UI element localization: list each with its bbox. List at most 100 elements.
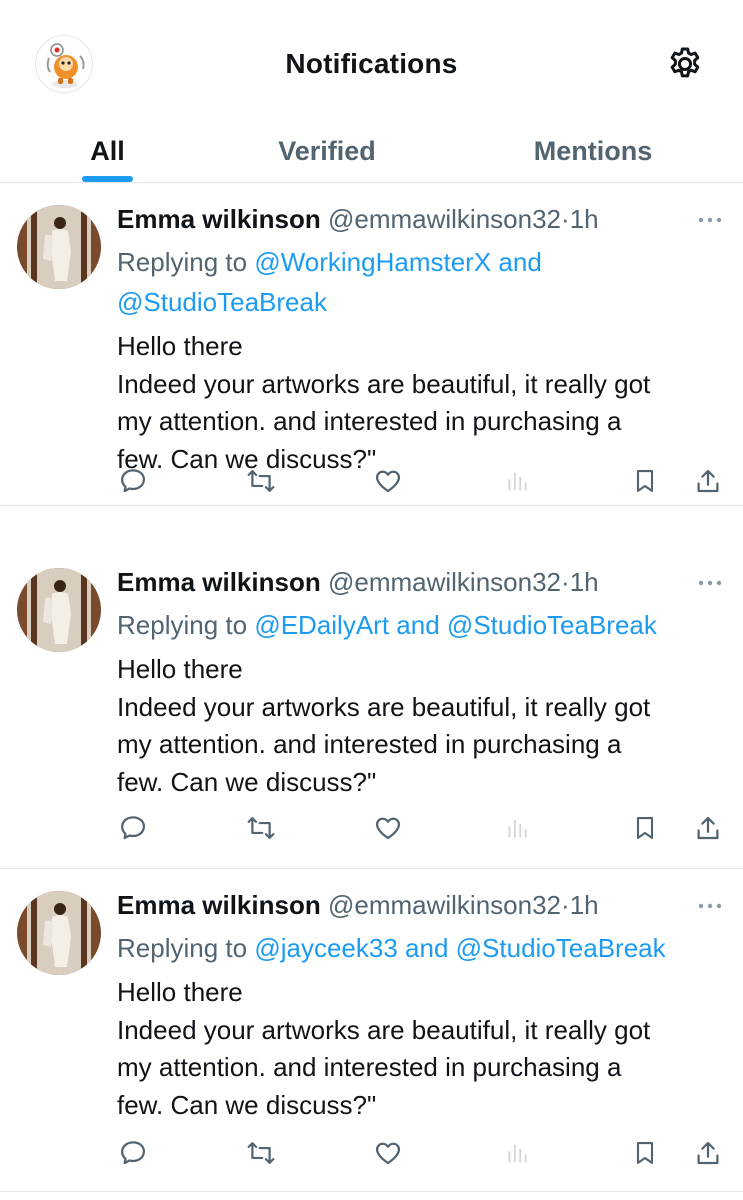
user-avatar[interactable] — [17, 205, 101, 289]
settings-button[interactable] — [663, 42, 707, 86]
author-handle[interactable]: @emmawilkinson32 — [328, 204, 561, 234]
like-icon — [375, 817, 401, 840]
bookmark-button[interactable] — [625, 808, 665, 848]
views-icon — [508, 1144, 527, 1163]
retweet-icon — [247, 470, 275, 492]
tweet-item[interactable]: Emma wilkinson @emmawilkinson32·1h Reply… — [0, 546, 743, 869]
views-button[interactable] — [497, 461, 537, 501]
views-icon — [508, 819, 527, 838]
mention-link[interactable]: @EDailyArt — [254, 610, 389, 640]
tweet-header: Emma wilkinson @emmawilkinson32·1h — [117, 202, 599, 236]
views-button[interactable] — [497, 808, 537, 848]
reply-button[interactable] — [113, 461, 153, 501]
retweet-icon — [247, 1142, 275, 1164]
reply-button[interactable] — [113, 808, 153, 848]
notification-tabs: All Verified Mentions — [0, 120, 743, 183]
tweet-text-line: Indeed your artworks are beautiful, it r… — [117, 1014, 651, 1045]
like-button[interactable] — [368, 1133, 408, 1173]
tweet-text-line: few. Can we discuss?" — [117, 766, 377, 797]
author-name[interactable]: Emma wilkinson — [117, 567, 321, 597]
tweet-text-line: my attention. and interested in purchasi… — [117, 729, 622, 759]
bookmark-icon — [636, 470, 654, 492]
author-name[interactable]: Emma wilkinson — [117, 204, 321, 234]
tweet-item[interactable]: Emma wilkinson @emmawilkinson32·1h Reply… — [0, 869, 743, 1192]
share-icon — [697, 816, 719, 840]
notifications-screen: Notifications All Verified Mentions Emma… — [0, 0, 743, 1200]
tab-mentions[interactable]: Mentions — [494, 126, 692, 176]
tab-all[interactable]: All — [60, 126, 155, 176]
mention-link[interactable]: @WorkingHamsterX — [254, 247, 491, 277]
mention-link[interactable]: @StudioTeaBreak — [447, 610, 657, 640]
tweet-text-line: Indeed your artworks are beautiful, it r… — [117, 691, 651, 722]
more-dots-icon — [698, 217, 722, 223]
like-icon — [375, 1142, 401, 1165]
page-title: Notifications — [285, 48, 458, 79]
gear-icon — [670, 47, 700, 78]
retweet-button[interactable] — [241, 808, 281, 848]
author-name[interactable]: Emma wilkinson — [117, 890, 321, 920]
author-handle[interactable]: @emmawilkinson32 — [328, 890, 561, 920]
retweet-button[interactable] — [241, 1133, 281, 1173]
reply-icon — [121, 469, 145, 493]
and-label: and — [498, 247, 542, 277]
user-avatar[interactable] — [17, 891, 101, 975]
and-label: and — [405, 933, 449, 963]
user-photo — [17, 205, 101, 289]
top-bar: Notifications — [0, 0, 743, 120]
share-button[interactable] — [688, 461, 728, 501]
share-icon — [697, 1141, 719, 1165]
tweet-text-line: Hello there — [117, 977, 243, 1007]
tweet-text: Hello there Indeed your artworks are bea… — [117, 974, 727, 1124]
active-tab-indicator — [82, 176, 133, 182]
tweet-header: Emma wilkinson @emmawilkinson32·1h — [117, 888, 599, 922]
separator-dot: · — [561, 204, 570, 234]
bookmark-button[interactable] — [625, 1133, 665, 1173]
bookmark-icon — [636, 1142, 654, 1164]
tweet-text-line: my attention. and interested in purchasi… — [117, 406, 622, 436]
tweet-text: Hello there Indeed your artworks are bea… — [117, 328, 727, 478]
user-photo — [17, 891, 101, 975]
replying-to-label: Replying to — [117, 247, 248, 277]
share-icon — [697, 469, 719, 493]
tab-verified[interactable]: Verified — [236, 126, 418, 176]
tweet-text-line: few. Can we discuss?" — [117, 1089, 377, 1120]
tweet-text-line: Hello there — [117, 654, 243, 684]
tweet-text: Hello there Indeed your artworks are bea… — [117, 651, 727, 801]
tweet-text-line: my attention. and interested in purchasi… — [117, 1052, 622, 1082]
more-options-button[interactable] — [690, 568, 730, 598]
separator-dot: · — [561, 567, 570, 597]
timestamp[interactable]: 1h — [570, 890, 599, 920]
replying-to-label: Replying to — [117, 610, 248, 640]
replying-to: Replying to @EDailyArt and @StudioTeaBre… — [117, 605, 727, 645]
reply-button[interactable] — [113, 1133, 153, 1173]
and-label: and — [396, 610, 440, 640]
replying-to: Replying to @jayceek33 and @StudioTeaBre… — [117, 928, 727, 968]
timestamp[interactable]: 1h — [570, 204, 599, 234]
mention-link[interactable]: @jayceek33 — [254, 933, 397, 963]
views-button[interactable] — [497, 1133, 537, 1173]
user-avatar[interactable] — [17, 568, 101, 652]
retweet-button[interactable] — [241, 461, 281, 501]
tweet-header: Emma wilkinson @emmawilkinson32·1h — [117, 565, 599, 599]
like-button[interactable] — [368, 808, 408, 848]
share-button[interactable] — [688, 1133, 728, 1173]
like-button[interactable] — [368, 461, 408, 501]
tweet-text-line: Indeed your artworks are beautiful, it r… — [117, 368, 651, 399]
mention-link[interactable]: @StudioTeaBreak — [117, 287, 327, 317]
user-photo — [17, 568, 101, 652]
retweet-icon — [247, 817, 275, 839]
more-options-button[interactable] — [690, 205, 730, 235]
tweet-item[interactable]: Emma wilkinson @emmawilkinson32·1h Reply… — [0, 183, 743, 506]
more-dots-icon — [698, 580, 722, 586]
replying-to: Replying to @WorkingHamsterX and @Studio… — [117, 242, 727, 322]
share-button[interactable] — [688, 808, 728, 848]
views-icon — [508, 472, 527, 491]
timestamp[interactable]: 1h — [570, 567, 599, 597]
bookmark-button[interactable] — [625, 461, 665, 501]
more-options-button[interactable] — [690, 891, 730, 921]
mention-link[interactable]: @StudioTeaBreak — [456, 933, 666, 963]
like-icon — [375, 470, 401, 493]
tweet-text-line: Hello there — [117, 331, 243, 361]
author-handle[interactable]: @emmawilkinson32 — [328, 567, 561, 597]
replying-to-label: Replying to — [117, 933, 248, 963]
